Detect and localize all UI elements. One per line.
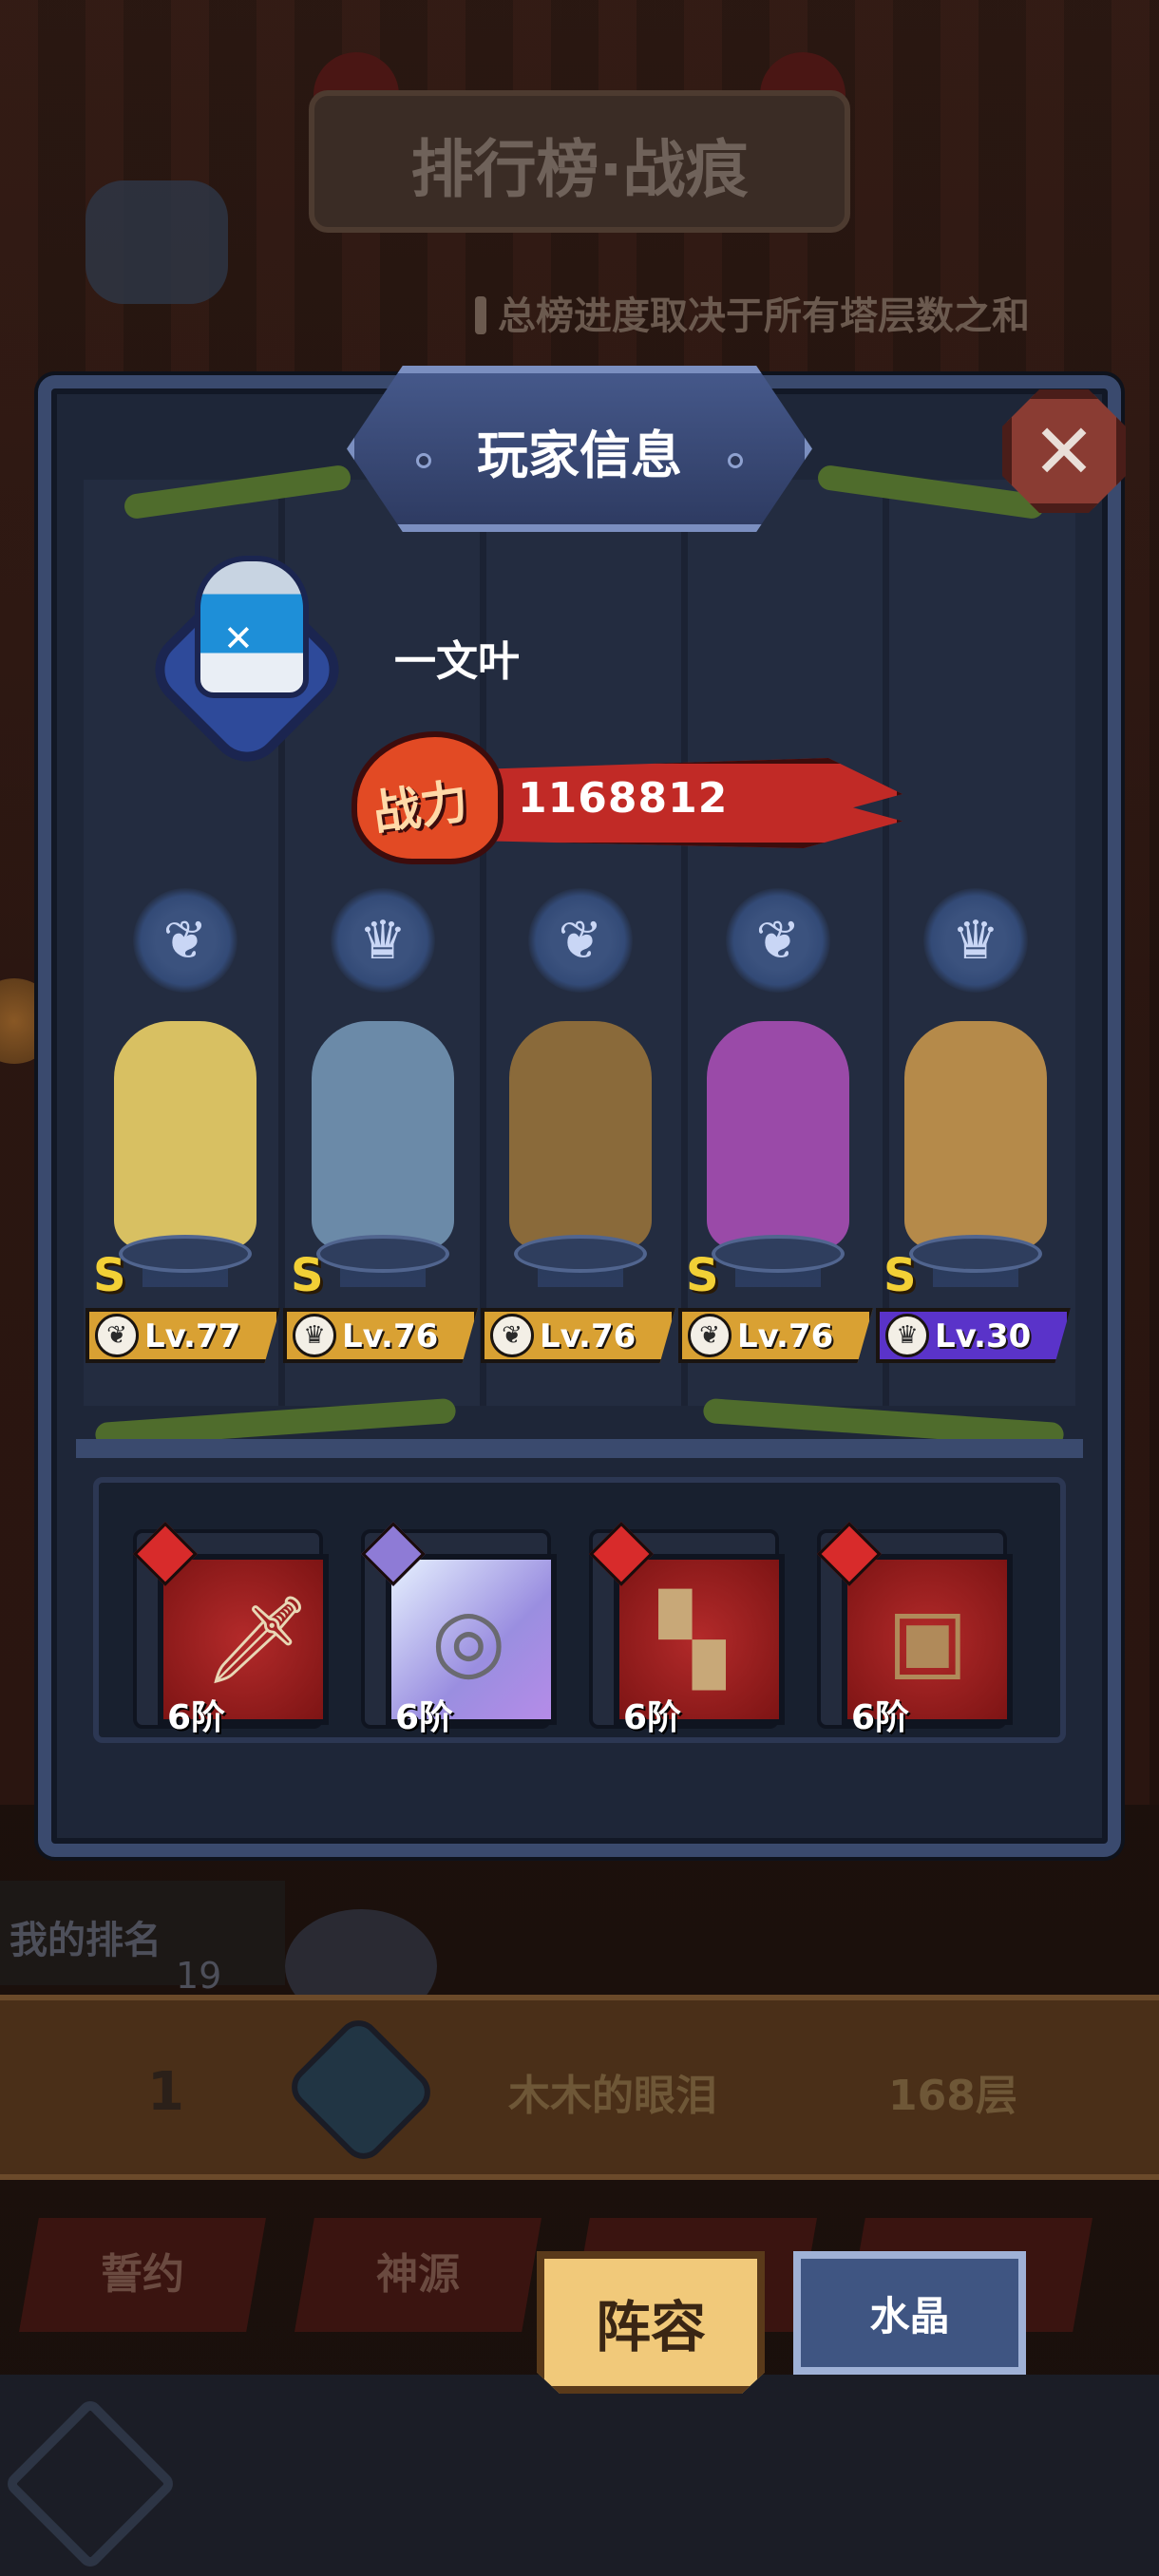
wing-icon: ❦ xyxy=(95,1314,139,1357)
sword-icon: 🗡 xyxy=(203,1590,313,1690)
background-note: 总榜进度取决于所有塔层数之和 xyxy=(475,285,1030,340)
wing-icon: ❦ xyxy=(528,888,633,993)
hero-pedestal xyxy=(316,1235,449,1273)
tab-oath-label: 誓约 xyxy=(101,2250,184,2299)
hero-level: Lv.76 xyxy=(737,1317,834,1355)
wing-icon: ❦ xyxy=(688,1314,732,1357)
ranking-row-name: 木木的眼泪 xyxy=(508,2072,717,2120)
equipment-grade: 6阶 xyxy=(167,1698,226,1737)
tab-divine-source: 神源 xyxy=(294,2218,542,2332)
hero-portrait xyxy=(312,1021,454,1249)
hero-portrait xyxy=(114,1021,256,1249)
wing-icon: ❦ xyxy=(133,888,238,993)
combat-power-banner: 战力 1168812 xyxy=(352,731,902,864)
background-title: 排行榜·战痕 xyxy=(410,133,749,206)
exclamation-icon xyxy=(475,296,486,334)
background-note-text: 总榜进度取决于所有塔层数之和 xyxy=(498,294,1030,338)
equipment-grade: 6阶 xyxy=(395,1698,454,1737)
player-name: 一文叶 xyxy=(394,637,520,686)
beast-crest-icon: ♛ xyxy=(331,888,435,993)
player-info-modal: 玩家信息 ✕ ✕ 一文叶 战力 1168812 ❦ S ❦ Lv.77 ♛ S … xyxy=(38,366,1126,2394)
tab-oath: 誓约 xyxy=(19,2218,266,2332)
armor-icon: ▣ xyxy=(887,1590,969,1690)
hero-grade: S xyxy=(291,1249,324,1302)
hero-grade: S xyxy=(884,1249,917,1302)
hero-pedestal xyxy=(909,1235,1042,1273)
equipment-slot[interactable]: ▣ 6阶 xyxy=(817,1522,1013,1737)
hero-pedestal xyxy=(712,1235,845,1273)
my-rank-label: 我的排名 xyxy=(10,1919,162,1962)
hero-pedestal xyxy=(119,1235,252,1273)
hero-slot[interactable]: ❦ ❦ Lv.76 xyxy=(481,888,680,1382)
beast-crest-icon: ♛ xyxy=(923,888,1028,993)
my-rank-value: 19 xyxy=(176,1955,222,1997)
hero-portrait xyxy=(904,1021,1047,1249)
beast-crest-icon: ♛ xyxy=(293,1314,336,1357)
equipment-slot[interactable]: ▚ 6阶 xyxy=(589,1522,785,1737)
hero-grade: S xyxy=(93,1249,126,1302)
power-label: 战力 xyxy=(370,773,472,842)
close-icon: ✕ xyxy=(1032,407,1096,496)
hero-slot[interactable]: ❦ S ❦ Lv.76 xyxy=(678,888,878,1382)
tab-crystal-label: 水晶 xyxy=(869,2292,950,2339)
hero-slot[interactable]: ♛ S ♛ Lv.30 xyxy=(876,888,1075,1382)
hero-level: Lv.30 xyxy=(935,1317,1032,1355)
hero-portrait xyxy=(707,1021,849,1249)
modal-title: 玩家信息 xyxy=(477,426,682,485)
equipment-slot[interactable]: 🗡 6阶 xyxy=(133,1522,329,1737)
hero-slot[interactable]: ♛ S ♛ Lv.76 xyxy=(283,888,483,1382)
close-button[interactable]: ✕ xyxy=(1002,389,1126,513)
hero-grade: S xyxy=(686,1249,719,1302)
equipment-grade: 6阶 xyxy=(623,1698,682,1737)
tab-crystal[interactable]: 水晶 xyxy=(793,2251,1026,2375)
hero-level: Lv.76 xyxy=(342,1317,439,1355)
equipment-divider xyxy=(76,1439,1083,1458)
bottom-bar xyxy=(0,2375,1159,2576)
ranking-row-floors: 168层 xyxy=(888,2072,1017,2120)
tab-lineup[interactable]: 阵容 xyxy=(537,2251,765,2394)
hero-level: Lv.77 xyxy=(144,1317,241,1355)
crest-icon xyxy=(86,180,228,304)
hero-slot[interactable]: ❦ S ❦ Lv.77 xyxy=(86,888,285,1382)
wing-icon: ❦ xyxy=(726,888,830,993)
beast-crest-icon: ♛ xyxy=(885,1314,929,1357)
ranking-row-rank: 1 xyxy=(147,2061,184,2123)
power-value: 1168812 xyxy=(518,774,729,823)
player-avatar[interactable]: ✕ xyxy=(139,546,355,778)
tab-lineup-label: 阵容 xyxy=(595,2295,706,2359)
tab-divine-source-label: 神源 xyxy=(376,2250,460,2299)
amulet-icon: ◎ xyxy=(431,1590,506,1690)
hero-level: Lv.76 xyxy=(540,1317,636,1355)
hero-pedestal xyxy=(514,1235,647,1273)
hero-portrait xyxy=(509,1021,652,1249)
equipment-slot[interactable]: ◎ 6阶 xyxy=(361,1522,557,1737)
pants-icon: ▚ xyxy=(659,1590,726,1690)
wing-icon: ❦ xyxy=(490,1314,534,1357)
fish-icon: ✕ xyxy=(223,617,254,659)
equipment-grade: 6阶 xyxy=(851,1698,910,1737)
